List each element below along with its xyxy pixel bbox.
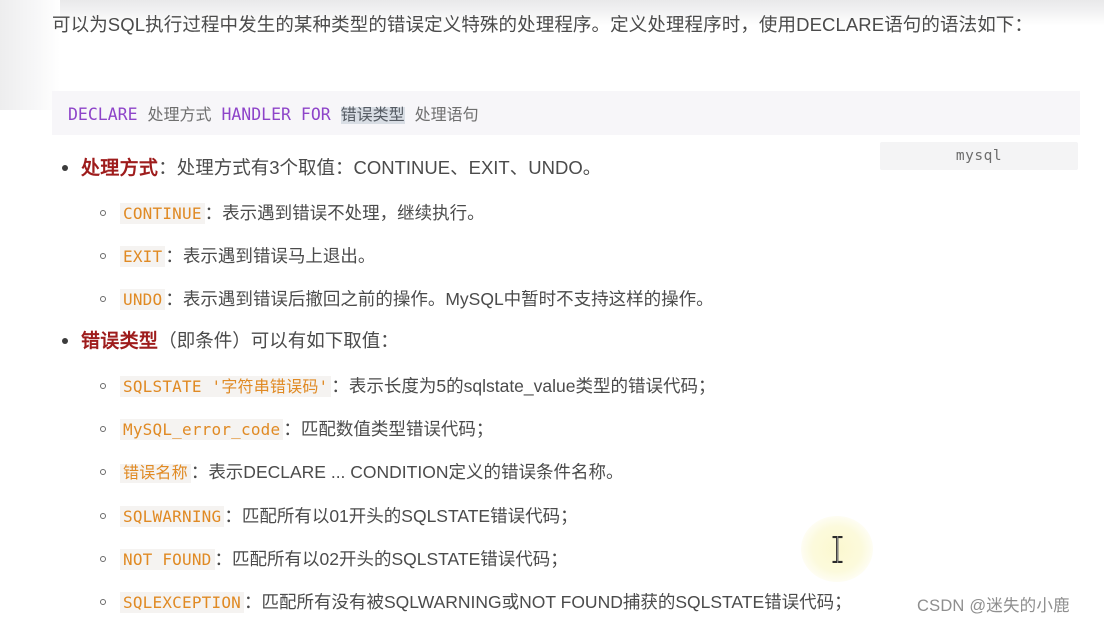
left-gradient-band [0,0,60,110]
mouse-cursor [801,516,873,582]
list-item-separator: ： [165,246,183,266]
inline-code: EXIT [120,246,166,267]
inline-code: SQLSTATE '字符串错误码' [120,376,332,397]
list-item: 错误名称 ：表示DECLARE ... CONDITION定义的错误条件名称。 [100,459,623,487]
list-item-separator: ： [244,592,262,612]
list-item: SQLSTATE '字符串错误码' ：表示长度为5的sqlstate_value类… [100,373,716,400]
inline-code: NOT FOUND [120,549,215,570]
list-item: MySQL_error_code ：匹配数值类型错误代码； [100,416,493,443]
inline-code: 错误名称 [120,464,191,483]
list-item-description: 处理方式有3个取值：CONTINUE、EXIT、UNDO。 [176,157,602,178]
inline-code: SQLEXCEPTION [120,592,244,613]
list-item-description: 匹配所有没有被SQLWARNING或NOT FOUND捕获的SQLSTATE错误… [261,592,852,612]
list-item-description: 匹配所有以02开头的SQLSTATE错误代码； [232,549,568,569]
list-item: SQLEXCEPTION ：匹配所有没有被SQLWARNING或NOT FOUND… [100,589,852,616]
list-item-description: 表示遇到错误后撤回之前的操作。MySQL中暂时不支持这样的操作。 [182,289,714,309]
list-item-description: 表示遇到错误不处理，继续执行。 [222,203,485,223]
list-item: UNDO ：表示遇到错误后撤回之前的操作。MySQL中暂时不支持这样的操作。 [100,286,714,313]
token-handler-action: 处理方式 [147,107,212,124]
list-item-description: 表示DECLARE ... CONDITION定义的错误条件名称。 [208,462,624,482]
list-item-separator: ： [214,549,233,569]
inline-code: UNDO [120,289,166,310]
list-item-description: 匹配所有以01开头的SQLSTATE错误代码； [241,506,578,526]
inline-code: CONTINUE [120,203,205,224]
list-item-separator: ： [158,157,177,178]
list-item-separator: ： [283,419,301,439]
bullet-circle-icon [100,382,106,389]
list-item-description: （即条件）可以有如下取值： [158,330,399,351]
bullet-circle-icon [100,468,106,475]
text-ibeam-icon [832,536,843,563]
list-item-separator: ： [224,506,242,526]
bullet-disc-icon [62,337,68,344]
inline-code: MySQL_error_code [120,419,284,440]
bullet-disc-icon [62,164,68,171]
intro-paragraph: 可以为SQL执行过程中发生的某种类型的错误定义特殊的处理程序。定义处理程序时，使… [52,14,1034,35]
token-for: FOR [300,105,331,124]
token-statement: 处理语句 [414,107,479,124]
list-item: SQLWARNING ：匹配所有以01开头的SQLSTATE错误代码； [100,503,578,530]
list-item-description: 表示长度为5的sqlstate_value类型的错误代码； [348,376,716,396]
csdn-watermark: CSDN @迷失的小鹿 [917,597,1070,615]
bullet-circle-icon [100,209,106,216]
inline-code: SQLWARNING [120,506,225,527]
list-item-description: 表示遇到错误马上退出。 [182,246,376,266]
list-item: EXIT ：表示遇到错误马上退出。 [100,243,375,270]
token-error-type-selected[interactable]: 错误类型 [340,107,405,124]
list-item-separator: ： [204,203,223,223]
code-language-label[interactable]: mysql [880,142,1078,170]
list-item: CONTINUE ：表示遇到错误不处理，继续执行。 [100,200,485,227]
list-item: 错误类型（即条件）可以有如下取值： [62,328,399,355]
bullet-circle-icon [100,252,106,259]
list-item-term: 错误类型 [81,331,159,352]
bullet-circle-icon [100,512,106,519]
list-item-description: 匹配数值类型错误代码； [300,419,494,439]
cursor-highlight-glow [801,516,873,582]
bullet-circle-icon [100,598,106,605]
code-block[interactable]: DECLARE 处理方式 HANDLER FOR 错误类型 处理语句 [52,91,1080,135]
list-item-term: 处理方式 [81,158,159,179]
list-item-separator: ： [165,289,183,309]
list-item: NOT FOUND ：匹配所有以02开头的SQLSTATE错误代码； [100,546,568,573]
list-item-separator: ： [190,462,209,482]
token-declare: DECLARE [68,105,138,124]
code-line: DECLARE 处理方式 HANDLER FOR 错误类型 处理语句 [52,101,479,125]
token-handler: HANDLER [221,105,291,124]
list-item: 处理方式：处理方式有3个取值：CONTINUE、EXIT、UNDO。 [62,155,601,182]
bullet-circle-icon [100,555,106,562]
bullet-circle-icon [100,295,106,302]
list-item-separator: ： [331,376,349,396]
bullet-circle-icon [100,425,106,432]
